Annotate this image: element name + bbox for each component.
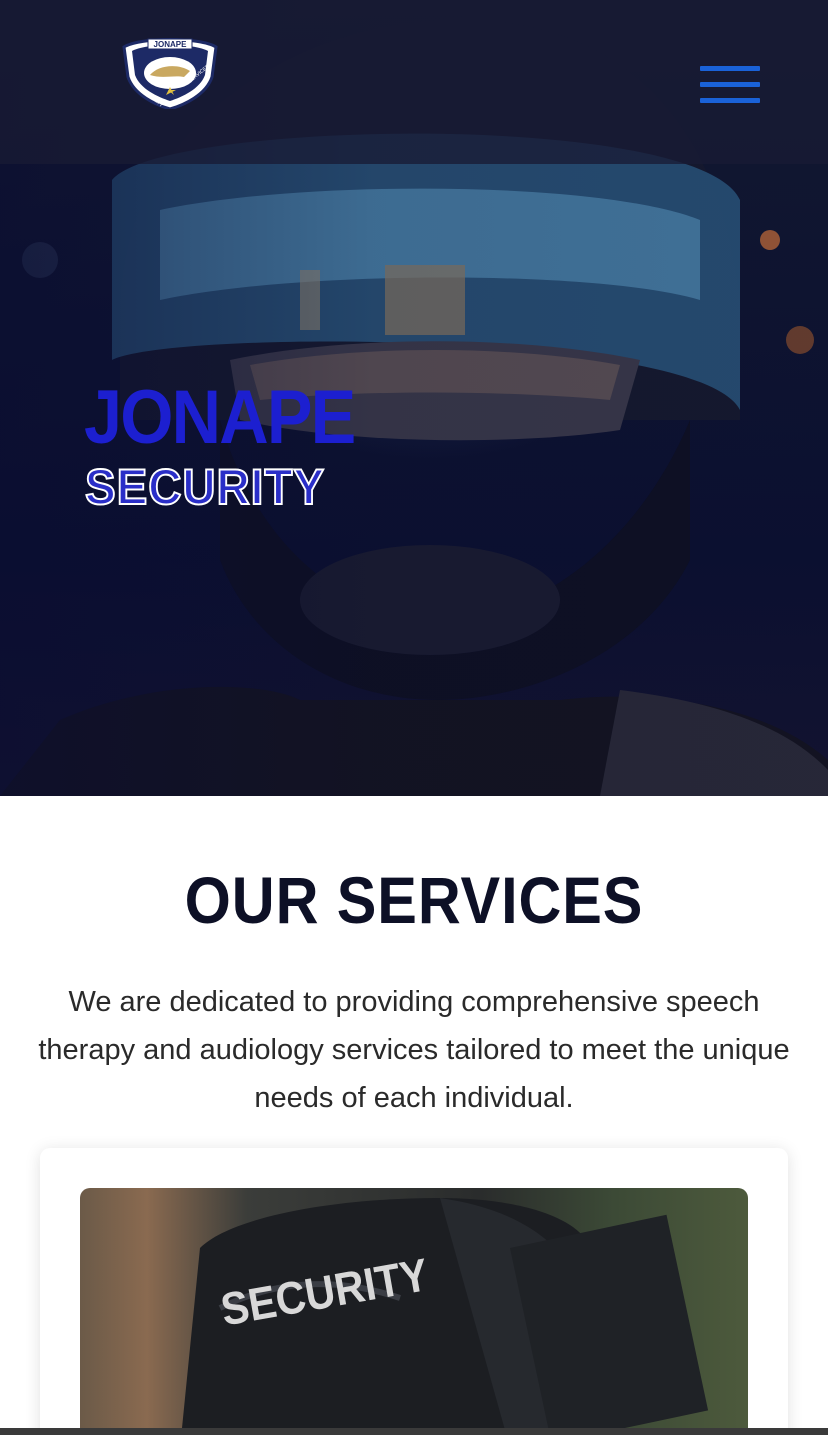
service-card-image: SECURITY <box>80 1188 748 1435</box>
services-description: We are dedicated to providing comprehens… <box>38 986 790 1114</box>
service-card[interactable]: SECURITY <box>40 1148 788 1435</box>
menu-bar-middle <box>700 82 760 87</box>
menu-bar-top <box>700 66 760 71</box>
hero-section: JONAPE SECURITY SERVICES JONAPE SECURITY <box>0 0 828 796</box>
hamburger-menu-icon[interactable] <box>700 66 760 104</box>
services-heading: OUR SERVICES <box>184 863 644 937</box>
screen-bottom-edge <box>0 1428 828 1435</box>
menu-bar-bottom <box>700 98 760 103</box>
hero-title: JONAPE <box>84 375 356 460</box>
hero-subtitle: SECURITY <box>84 459 325 515</box>
company-logo-icon[interactable]: JONAPE SECURITY SERVICES <box>120 33 220 109</box>
logo-brand-text: JONAPE <box>154 40 188 49</box>
site-header: JONAPE SECURITY SERVICES <box>0 0 828 164</box>
